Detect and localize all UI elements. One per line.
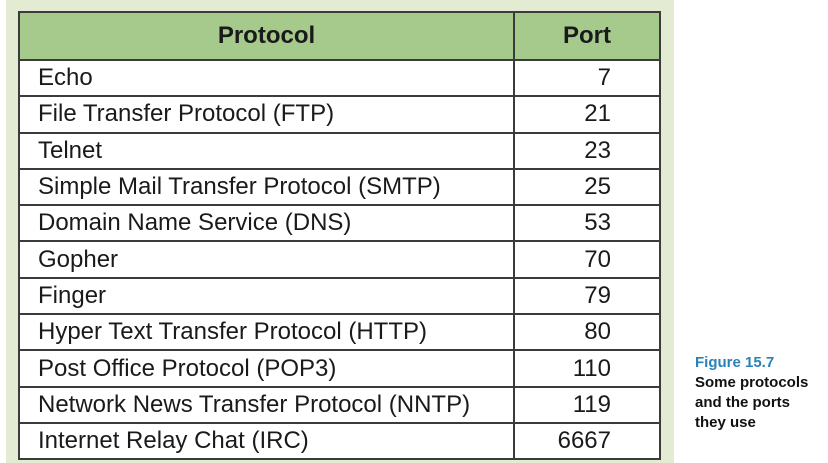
table-row: Gopher 70	[18, 240, 661, 279]
column-header-port: Port	[513, 11, 661, 61]
protocol-port-table: Protocol Port Echo 7 File Transfer Proto…	[18, 11, 661, 461]
table-row: Finger 79	[18, 276, 661, 316]
protocol-cell: Network News Transfer Protocol (NNTP)	[18, 385, 515, 424]
table-row: Echo 7	[18, 58, 661, 98]
protocol-cell: Post Office Protocol (POP3)	[18, 349, 515, 388]
column-header-protocol: Protocol	[18, 11, 515, 61]
port-cell: 7	[513, 58, 661, 98]
protocol-cell: Gopher	[18, 240, 515, 279]
figure-caption: Figure 15.7 Some protocols and the ports…	[695, 353, 825, 433]
protocol-cell: Domain Name Service (DNS)	[18, 204, 515, 243]
table-row: Domain Name Service (DNS) 53	[18, 204, 661, 243]
table-row: Internet Relay Chat (IRC) 6667	[18, 421, 661, 461]
table-row: Post Office Protocol (POP3) 110	[18, 349, 661, 388]
table-row: Simple Mail Transfer Protocol (SMTP) 25	[18, 167, 661, 207]
figure-caption-text: Some protocols and the ports they use	[695, 374, 809, 431]
port-cell: 25	[513, 167, 661, 207]
port-cell: 110	[513, 349, 661, 388]
port-cell: 23	[513, 131, 661, 170]
protocol-cell: Finger	[18, 276, 515, 316]
port-cell: 6667	[513, 421, 661, 461]
protocol-cell: Simple Mail Transfer Protocol (SMTP)	[18, 167, 515, 207]
port-cell: 53	[513, 204, 661, 243]
table-header-row: Protocol Port	[18, 11, 661, 61]
port-cell: 70	[513, 240, 661, 279]
table-row: File Transfer Protocol (FTP) 21	[18, 95, 661, 134]
port-cell: 119	[513, 385, 661, 424]
protocol-cell: Echo	[18, 58, 515, 98]
protocol-cell: File Transfer Protocol (FTP)	[18, 95, 515, 134]
protocol-cell: Internet Relay Chat (IRC)	[18, 421, 515, 461]
port-cell: 79	[513, 276, 661, 316]
figure-number: Figure 15.7	[695, 354, 775, 371]
protocol-cell: Hyper Text Transfer Protocol (HTTP)	[18, 313, 515, 352]
port-cell: 21	[513, 95, 661, 134]
table-row: Hyper Text Transfer Protocol (HTTP) 80	[18, 313, 661, 352]
port-cell: 80	[513, 313, 661, 352]
protocol-cell: Telnet	[18, 131, 515, 170]
table-row: Telnet 23	[18, 131, 661, 170]
table-row: Network News Transfer Protocol (NNTP) 11…	[18, 385, 661, 424]
